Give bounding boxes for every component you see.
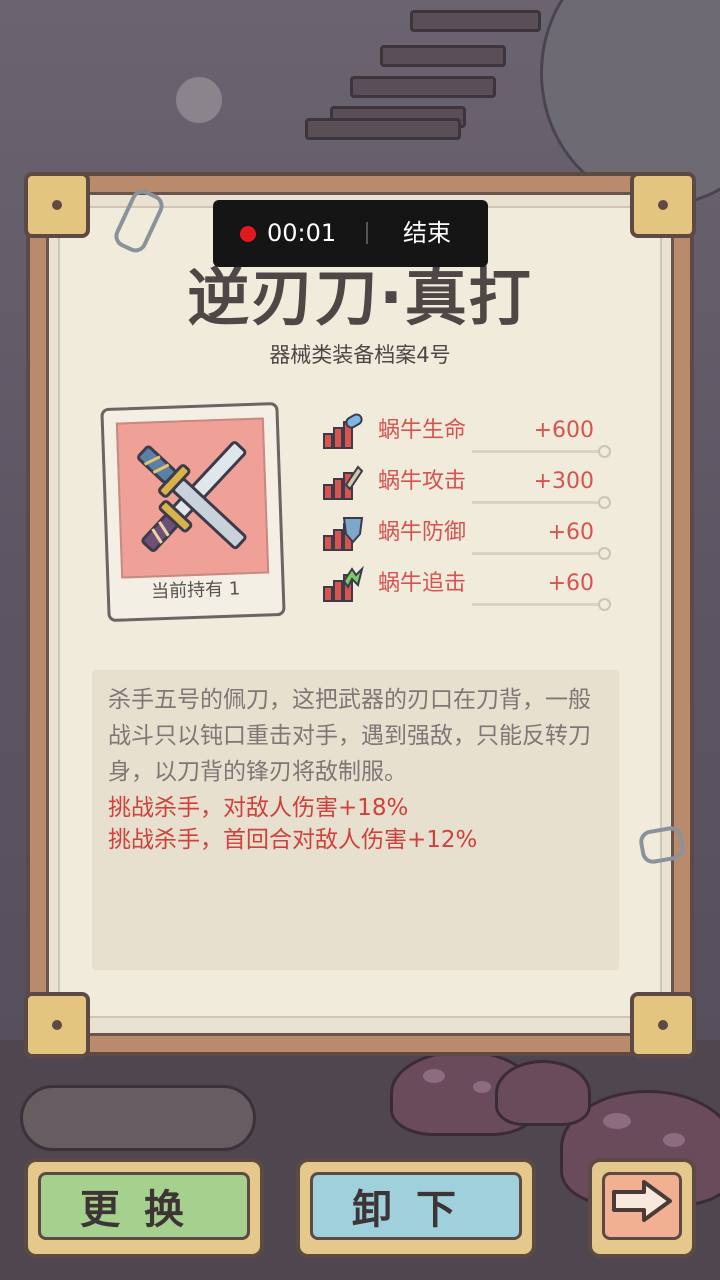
recording-time: 00:01 xyxy=(267,219,337,247)
stat-row-health: 蜗牛生命 +600 xyxy=(322,412,611,458)
item-description: 杀手五号的佩刀，这把武器的刃口在刀背，一般战斗只以钝口重击对手，遇到强敌，只能反… xyxy=(108,687,591,785)
mushroom-decoration xyxy=(495,1060,591,1126)
owned-count-label: 当前持有 1 xyxy=(150,578,241,603)
defense-icon xyxy=(322,514,366,554)
stat-name: 蜗牛防御 xyxy=(378,520,467,545)
change-button-label: 更换 xyxy=(80,1187,208,1233)
crossed-swords-icon xyxy=(115,417,270,579)
stat-value: +600 xyxy=(533,418,594,443)
moon-decoration xyxy=(176,77,222,123)
record-dot-icon xyxy=(240,226,256,242)
effects-list: 挑战杀手，对敌人伤害+18% 挑战杀手，首回合对敌人伤害+12% xyxy=(108,792,608,856)
frame-corner xyxy=(24,992,90,1058)
stat-value: +300 xyxy=(533,469,594,494)
stat-row-pursuit: 蜗牛追击 +60 xyxy=(322,565,611,611)
effect-line: 挑战杀手，对敌人伤害+18% xyxy=(108,795,409,821)
stone-decoration xyxy=(20,1085,256,1151)
stat-value: +60 xyxy=(547,571,594,596)
pursuit-icon xyxy=(322,565,366,605)
stat-name: 蜗牛追击 xyxy=(378,571,467,596)
arrow-right-icon xyxy=(610,1178,674,1234)
stat-row-attack: 蜗牛攻击 +300 xyxy=(322,463,611,509)
end-recording-button[interactable]: 结束 xyxy=(403,218,451,248)
unequip-button-label: 卸下 xyxy=(352,1187,480,1233)
stat-value: +60 xyxy=(547,520,594,545)
effect-line: 挑战杀手，首回合对敌人伤害+12% xyxy=(108,827,478,853)
health-icon xyxy=(322,412,366,452)
change-button[interactable]: 更换 xyxy=(24,1158,264,1258)
item-card: 当前持有 1 xyxy=(100,401,286,623)
unequip-button[interactable]: 卸下 xyxy=(296,1158,536,1258)
stat-row-defense: 蜗牛防御 +60 xyxy=(322,514,611,560)
screen-recording-bar: 00:01 结束 xyxy=(213,200,488,267)
item-subtitle: 器械类装备档案4号 xyxy=(269,343,451,367)
stat-name: 蜗牛生命 xyxy=(378,418,467,443)
frame-corner xyxy=(630,172,696,238)
frame-corner xyxy=(24,172,90,238)
stat-name: 蜗牛攻击 xyxy=(378,469,467,494)
frame-corner xyxy=(630,992,696,1058)
attack-icon xyxy=(322,463,366,503)
item-title: 逆刃刀·真打 xyxy=(187,261,533,334)
next-button[interactable] xyxy=(588,1158,696,1258)
